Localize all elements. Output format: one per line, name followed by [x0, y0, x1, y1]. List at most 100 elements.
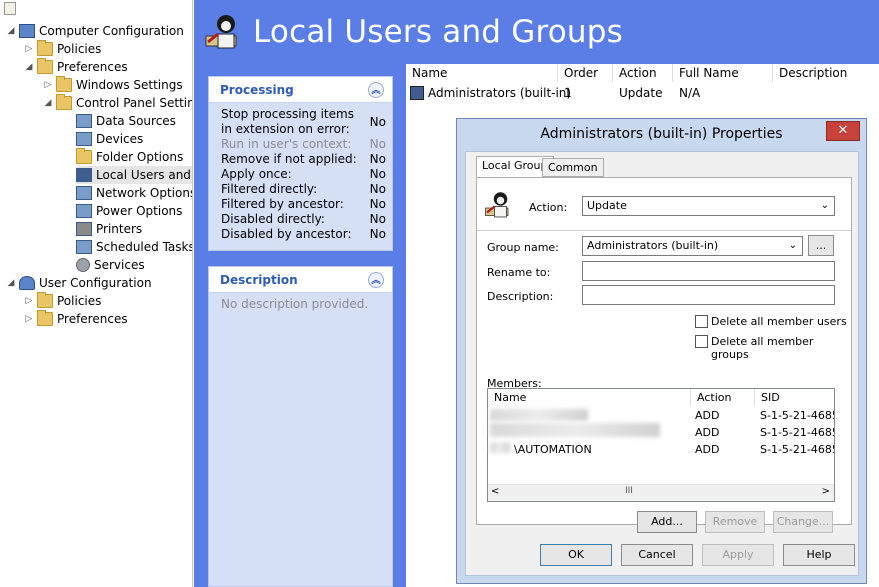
member-name: \AUTOMATION — [514, 443, 592, 456]
remove-button[interactable]: Remove — [705, 511, 765, 533]
folder-icon — [56, 76, 72, 92]
tree-item-local-users-and-groups[interactable]: Local Users and Groups — [76, 166, 192, 184]
redacted-name — [490, 409, 588, 421]
member-action: ADD — [695, 443, 720, 456]
ok-button[interactable]: OK — [540, 544, 612, 566]
list-row[interactable]: Administrators (built-in) 1 Update N/A — [406, 84, 879, 102]
column-header-description[interactable]: Description — [773, 64, 879, 82]
scroll-right-icon[interactable]: > — [822, 486, 830, 497]
folder-icon — [37, 292, 53, 308]
description-input[interactable] — [582, 285, 835, 305]
redacted-name — [490, 423, 660, 437]
processing-row-label: Apply once: — [221, 167, 292, 181]
expanded-arrow-icon[interactable]: ◢ — [6, 26, 16, 36]
help-button[interactable]: Help — [783, 544, 855, 566]
tree-item-data-sources[interactable]: Data Sources — [76, 112, 176, 130]
members-column-action[interactable]: Action — [691, 389, 755, 406]
tree-item-label: Scheduled Tasks — [96, 240, 193, 254]
processing-row-value: No — [369, 182, 386, 196]
expanded-arrow-icon[interactable]: ◢ — [24, 62, 34, 72]
description-title: Description — [220, 272, 298, 287]
column-header-action[interactable]: Action — [613, 64, 673, 82]
member-action: ADD — [695, 426, 720, 439]
tree-item-power-options[interactable]: Power Options — [76, 202, 182, 220]
apply-button[interactable]: Apply — [702, 544, 774, 566]
close-button[interactable]: ✕ — [826, 121, 860, 141]
expanded-arrow-icon[interactable]: ◢ — [6, 278, 16, 288]
horizontal-scrollbar[interactable]: < III > — [488, 484, 834, 501]
change-button[interactable]: Change... — [773, 511, 833, 533]
collapsed-arrow-icon[interactable]: ▷ — [24, 296, 34, 306]
chevron-down-icon: ⌄ — [788, 240, 797, 251]
group-name-combobox[interactable]: Administrators (built-in) ⌄ — [582, 236, 803, 256]
collapsed-arrow-icon[interactable]: ▷ — [43, 80, 53, 90]
tree-item-devices[interactable]: Devices — [76, 130, 143, 148]
member-action: ADD — [695, 409, 720, 422]
data-sources-icon — [76, 114, 92, 128]
collapsed-arrow-icon[interactable]: ▷ — [24, 44, 34, 54]
collapse-chevron-icon[interactable]: ︽ — [368, 81, 384, 98]
processing-row-label: Disabled directly: — [221, 212, 325, 226]
properties-dialog: Administrators (built-in) Properties ✕ L… — [456, 118, 867, 584]
tree-item-scheduled-tasks[interactable]: Scheduled Tasks — [76, 238, 193, 256]
tree-item-services[interactable]: Services — [76, 256, 145, 274]
list-cell-action: Update — [619, 86, 663, 100]
action-dropdown[interactable]: Update ⌄ — [582, 196, 835, 216]
processing-row-label: Remove if not applied: — [221, 152, 357, 166]
page-title: Local Users and Groups — [253, 14, 623, 50]
tree-item-user-policies[interactable]: ▷ Policies — [24, 292, 101, 310]
processing-row-value: No — [369, 197, 386, 211]
tree-item-folder-options[interactable]: Folder Options — [76, 148, 183, 166]
tab-common[interactable]: Common — [542, 158, 604, 177]
browse-button[interactable]: ... — [808, 235, 834, 256]
processing-panel: Processing ︽ Stop processing items in ex… — [208, 76, 393, 251]
tree-item-preferences[interactable]: ◢ Preferences — [24, 58, 128, 76]
tree-item-windows-settings[interactable]: ▷ Windows Settings — [43, 76, 183, 94]
action-label: Action: — [529, 201, 568, 214]
tree-item-label: Folder Options — [96, 150, 184, 164]
delete-groups-checkbox[interactable] — [695, 335, 708, 348]
collapse-chevron-icon[interactable]: ︽ — [368, 271, 384, 288]
delete-users-checkbox[interactable] — [695, 315, 708, 328]
tree-item-computer-configuration[interactable]: ◢ Computer Configuration — [6, 22, 184, 40]
tree-item-network-options[interactable]: Network Options — [76, 184, 192, 202]
add-button[interactable]: Add... — [637, 511, 697, 533]
tree-item-label: Data Sources — [96, 114, 176, 128]
rename-input[interactable] — [582, 261, 835, 281]
network-icon — [76, 186, 92, 200]
processing-row-label: Disabled by ancestor: — [221, 227, 352, 241]
tree-item-user-configuration[interactable]: ◢ User Configuration — [6, 274, 152, 292]
tree-item-user-preferences[interactable]: ▷ Preferences — [24, 310, 128, 328]
computer-icon — [19, 24, 35, 38]
folder-icon — [37, 40, 53, 56]
tree-item-label: User Configuration — [39, 276, 152, 290]
users-icon — [76, 168, 92, 182]
processing-row-label: Filtered by ancestor: — [221, 197, 344, 211]
member-sid: S-1-5-21-46855 — [760, 443, 834, 456]
column-header-name[interactable]: Name — [406, 64, 558, 82]
collapsed-arrow-icon[interactable]: ▷ — [24, 314, 34, 324]
members-column-name[interactable]: Name — [488, 389, 691, 406]
tree-item-printers[interactable]: Printers — [76, 220, 142, 238]
expanded-arrow-icon[interactable]: ◢ — [43, 98, 53, 108]
users-groups-icon — [485, 192, 509, 218]
scroll-thumb[interactable]: III — [625, 486, 633, 496]
list-cell-full-name: N/A — [679, 86, 701, 100]
processing-row: Filtered by ancestor: No — [209, 197, 392, 212]
control-panel-icon — [56, 94, 72, 110]
processing-rows: Stop processing items in extension on er… — [209, 103, 392, 242]
user-icon — [19, 276, 35, 290]
group-name-value: Administrators (built-in) — [587, 239, 719, 252]
column-header-order[interactable]: Order — [558, 64, 613, 82]
cancel-button[interactable]: Cancel — [621, 544, 693, 566]
scroll-left-icon[interactable]: < — [491, 486, 499, 497]
tree-item-control-panel-settings[interactable]: ◢ Control Panel Settings — [43, 94, 192, 112]
column-header-full-name[interactable]: Full Name — [673, 64, 773, 82]
members-column-sid[interactable]: SID — [755, 389, 836, 406]
tree-item-label: Policies — [57, 42, 102, 56]
processing-row: Filtered directly: No — [209, 182, 392, 197]
tree-item-policies[interactable]: ▷ Policies — [24, 40, 101, 58]
services-icon — [76, 258, 90, 272]
dialog-body: Local Group Common Action: Update ⌄ Grou… — [465, 151, 859, 576]
processing-row: Apply once: No — [209, 167, 392, 182]
